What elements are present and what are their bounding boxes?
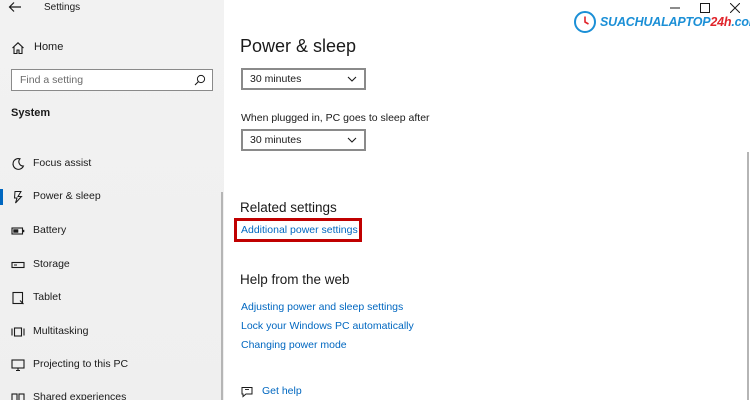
sidebar-item-label: Battery bbox=[33, 224, 67, 236]
power-icon bbox=[11, 190, 25, 204]
app-title: Settings bbox=[44, 2, 81, 13]
search-input[interactable]: Find a setting bbox=[11, 69, 213, 91]
logo-badge-icon bbox=[574, 11, 596, 33]
chat-help-icon bbox=[240, 385, 254, 399]
sidebar-item-focus-assist[interactable]: Focus assist bbox=[0, 152, 224, 176]
additional-power-settings-link[interactable]: Additional power settings bbox=[241, 224, 358, 236]
sidebar-item-label: Multitasking bbox=[33, 325, 89, 337]
help-link-lock-pc[interactable]: Lock your Windows PC automatically bbox=[241, 320, 414, 332]
sidebar-scrollbar[interactable] bbox=[221, 192, 223, 400]
help-heading: Help from the web bbox=[240, 272, 350, 287]
sidebar-item-shared-experiences[interactable]: Shared experiences bbox=[0, 386, 224, 400]
screen-timeout-dropdown[interactable]: 30 minutes bbox=[241, 68, 366, 90]
sidebar-item-label: Tablet bbox=[33, 291, 62, 303]
help-link-power-mode[interactable]: Changing power mode bbox=[241, 339, 347, 351]
chevron-down-icon bbox=[347, 136, 357, 144]
battery-icon bbox=[11, 224, 25, 238]
shared-icon bbox=[11, 391, 25, 400]
storage-icon bbox=[11, 258, 25, 272]
sidebar-item-tablet[interactable]: Tablet bbox=[0, 286, 224, 310]
get-help-label: Get help bbox=[262, 385, 302, 397]
sidebar-item-storage[interactable]: Storage bbox=[0, 253, 224, 277]
tablet-icon bbox=[11, 291, 25, 305]
sidebar-item-label: Home bbox=[34, 41, 64, 53]
moon-icon bbox=[11, 157, 25, 171]
dropdown-value: 30 minutes bbox=[250, 73, 302, 85]
watermark-logo: SUACHUALAPTOP24h.com bbox=[574, 10, 750, 34]
title-bar: Settings bbox=[0, 0, 224, 18]
sleep-label: When plugged in, PC goes to sleep after bbox=[241, 112, 430, 124]
back-button[interactable] bbox=[8, 1, 24, 15]
projecting-icon bbox=[11, 358, 25, 372]
sleep-timeout-dropdown[interactable]: 30 minutes bbox=[241, 129, 366, 151]
section-title: System bbox=[11, 107, 51, 119]
content-pane: SUACHUALAPTOP24h.com Power & sleep 30 mi… bbox=[224, 0, 750, 400]
sidebar-item-battery[interactable]: Battery bbox=[0, 219, 224, 243]
logo-text: SUACHUALAPTOP24h.com bbox=[600, 15, 750, 29]
page-title: Power & sleep bbox=[240, 36, 357, 56]
sidebar-item-label: Power & sleep bbox=[33, 190, 101, 202]
dropdown-value: 30 minutes bbox=[250, 134, 302, 146]
sidebar-item-power-sleep[interactable]: Power & sleep bbox=[0, 185, 224, 209]
sidebar-item-multitasking[interactable]: Multitasking bbox=[0, 320, 224, 344]
sidebar-item-projecting[interactable]: Projecting to this PC bbox=[0, 353, 224, 377]
search-placeholder: Find a setting bbox=[20, 74, 84, 86]
chevron-down-icon bbox=[347, 75, 357, 83]
sidebar-item-label: Storage bbox=[33, 258, 70, 270]
sidebar-item-label: Focus assist bbox=[33, 157, 92, 169]
back-arrow-icon bbox=[8, 2, 21, 12]
home-icon bbox=[11, 41, 25, 55]
related-settings-heading: Related settings bbox=[240, 200, 337, 215]
content-scrollbar[interactable] bbox=[747, 152, 749, 400]
sidebar-item-label: Shared experiences bbox=[33, 391, 127, 400]
sidebar-item-label: Projecting to this PC bbox=[33, 358, 129, 370]
search-icon bbox=[194, 74, 206, 86]
multitasking-icon bbox=[11, 325, 25, 339]
sidebar: Settings Home Find a setting System Focu… bbox=[0, 0, 224, 400]
help-link-adjusting-power[interactable]: Adjusting power and sleep settings bbox=[241, 301, 403, 313]
sidebar-item-home[interactable]: Home bbox=[0, 38, 224, 58]
